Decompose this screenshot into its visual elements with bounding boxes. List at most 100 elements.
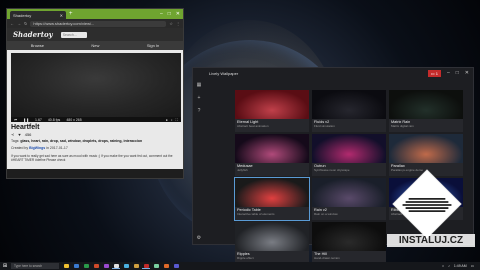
wallpaper-description: Abstract beat animation: [237, 124, 269, 128]
monitor-select-button[interactable]: ▭ 1: [427, 69, 441, 77]
library-icon[interactable]: ▦: [197, 82, 202, 88]
player-resolution: 480 x 265: [66, 117, 82, 122]
close-icon[interactable]: ✕: [465, 70, 469, 76]
shader-title: Heartfelt: [11, 124, 40, 131]
volume-icon[interactable]: ♪: [448, 264, 450, 268]
lively-window-controls: – □ ✕: [447, 70, 469, 76]
pause-icon[interactable]: ❚❚: [23, 118, 29, 122]
taskbar-app-icon[interactable]: [152, 263, 160, 269]
browser-tab-title: Shadertoy: [13, 12, 32, 18]
wallpaper-card[interactable]: Eternal Light Abstract beat animation: [235, 90, 309, 132]
maximize-icon[interactable]: □: [168, 11, 171, 17]
author-link[interactable]: BigWings: [29, 146, 45, 150]
wallpaper-thumbnail: [389, 90, 463, 119]
taskbar-app-icon[interactable]: [122, 263, 130, 269]
wallpaper-card[interactable]: Outrun Synthwave neon cityscape: [312, 134, 386, 176]
minimize-icon[interactable]: –: [160, 11, 163, 17]
shadertoy-header: Shadertoy Search...: [7, 28, 183, 41]
close-icon[interactable]: ✕: [176, 11, 180, 17]
lively-title: Lively Wallpaper: [209, 70, 239, 76]
shader-canvas[interactable]: [11, 53, 181, 117]
network-icon[interactable]: ⌂: [442, 264, 444, 268]
forward-icon[interactable]: →: [17, 21, 21, 26]
wallpaper-card[interactable]: Rain v2 Rain on a window: [312, 178, 386, 220]
player-controls: ⏮ ❚❚ 1.67 40.8 fps 480 x 265 ● ♪ ⛶: [11, 117, 181, 122]
wallpaper-card[interactable]: Fluids v2 Fluid simulation: [312, 90, 386, 132]
taskbar-app-icon[interactable]: [72, 263, 80, 269]
wallpaper-card[interactable]: Matrix Rain Matrix digital rain: [389, 90, 463, 132]
wallpaper-card[interactable]: Periodic Table Interactive table of eleme…: [234, 177, 310, 221]
taskbar-search-input[interactable]: Type here to search: [11, 263, 59, 269]
taskbar-app-icon[interactable]: [142, 263, 150, 269]
system-tray: ⌂ ♪ 1:49 AM ▭: [442, 264, 478, 268]
browser-tab-bar: Shadertoy ✕ + – □ ✕: [7, 9, 183, 19]
player-time: 1.67: [35, 117, 42, 122]
tags-list[interactable]: glass, heart, rain, drop, sad, window, d…: [20, 139, 142, 143]
rewind-icon[interactable]: ⏮: [14, 118, 17, 122]
taskbar-app-icon[interactable]: [82, 263, 90, 269]
wallpaper-description: Synthwave neon cityscape: [314, 168, 350, 172]
reload-icon[interactable]: ↻: [24, 21, 27, 26]
notifications-icon[interactable]: ▭: [471, 264, 474, 268]
windows-start-icon[interactable]: ⊞: [2, 263, 8, 269]
new-tab-icon[interactable]: +: [69, 11, 73, 17]
back-icon[interactable]: ←: [10, 21, 14, 26]
shadertoy-logo[interactable]: Shadertoy: [13, 30, 53, 39]
settings-gear-icon[interactable]: ⚙: [197, 235, 201, 241]
app-glyph: [93, 264, 99, 268]
taskbar-app-icon[interactable]: [62, 263, 70, 269]
nav-browse[interactable]: Browse: [31, 43, 44, 48]
menu-icon[interactable]: ⋮: [176, 21, 180, 26]
wallpaper-thumbnail: [235, 134, 309, 163]
instaluj-logo-icon: [392, 169, 462, 239]
created-suffix: in 2017-01-17: [46, 146, 68, 150]
created-prefix: Created by: [11, 146, 29, 150]
maximize-icon[interactable]: □: [456, 70, 459, 76]
clock[interactable]: 1:49 AM: [454, 264, 467, 268]
shader-page: ⏮ ❚❚ 1.67 40.8 fps 480 x 265 ● ♪ ⛶ Heart…: [7, 50, 183, 169]
app-glyph: [83, 264, 89, 268]
wallpaper-description: Fluid simulation: [314, 124, 335, 128]
shader-description: If you want to really get sad here as su…: [11, 154, 173, 162]
taskbar-app-icon[interactable]: [162, 263, 170, 269]
taskbar-app-icon[interactable]: [132, 263, 140, 269]
wallpaper-card[interactable]: The Hill Hand-drawn terrain: [312, 222, 386, 264]
taskbar: ⊞ Type here to search ⌂ ♪ 1:49 AM ▭: [0, 262, 480, 270]
close-tab-icon[interactable]: ✕: [60, 13, 63, 18]
wallpaper-thumbnail: [312, 90, 386, 119]
lively-titlebar: Lively Wallpaper ▭ 1 – □ ✕: [193, 68, 473, 78]
wallpaper-description: Rain on a window: [314, 212, 338, 216]
fullscreen-icon[interactable]: ⛶: [176, 118, 178, 122]
help-icon[interactable]: ?: [198, 108, 201, 114]
add-icon[interactable]: +: [198, 95, 201, 101]
share-icon[interactable]: ≺: [11, 132, 14, 137]
taskbar-apps: [62, 263, 180, 269]
browser-tab[interactable]: Shadertoy ✕: [10, 11, 66, 19]
taskbar-app-icon[interactable]: [92, 263, 100, 269]
nav-sign-in[interactable]: Sign In: [147, 43, 159, 48]
taskbar-app-icon[interactable]: [112, 263, 120, 269]
wallpaper-card[interactable]: Ripples Ripple effect: [235, 222, 309, 264]
minimize-icon[interactable]: –: [447, 70, 450, 76]
taskbar-app-icon[interactable]: [172, 263, 180, 269]
app-glyph: [153, 264, 159, 268]
record-icon[interactable]: ●: [166, 118, 168, 122]
wallpaper-thumbnail: [389, 134, 463, 163]
nav-new[interactable]: New: [91, 43, 99, 48]
browser-window-controls: – □ ✕: [160, 11, 180, 17]
app-glyph: [143, 263, 149, 268]
app-glyph: [123, 264, 129, 268]
volume-icon[interactable]: ♪: [171, 118, 173, 122]
star-icon[interactable]: ☆: [169, 21, 173, 26]
shadertoy-search-input[interactable]: Search...: [60, 31, 87, 38]
heart-icon[interactable]: ♥: [18, 132, 20, 137]
app-glyph: [113, 263, 119, 268]
app-glyph: [103, 264, 109, 268]
app-glyph: [163, 264, 169, 268]
shader-created: Created by BigWings in 2017-01-17: [11, 146, 179, 150]
app-glyph: [73, 264, 79, 268]
url-field[interactable]: https://www.shadertoy.com/view/...: [30, 20, 167, 27]
wallpaper-card[interactable]: Medusae Jellyfish: [235, 134, 309, 176]
taskbar-app-icon[interactable]: [102, 263, 110, 269]
browser-window[interactable]: Shadertoy ✕ + – □ ✕ ← → ↻ https://www.sh…: [6, 8, 184, 179]
